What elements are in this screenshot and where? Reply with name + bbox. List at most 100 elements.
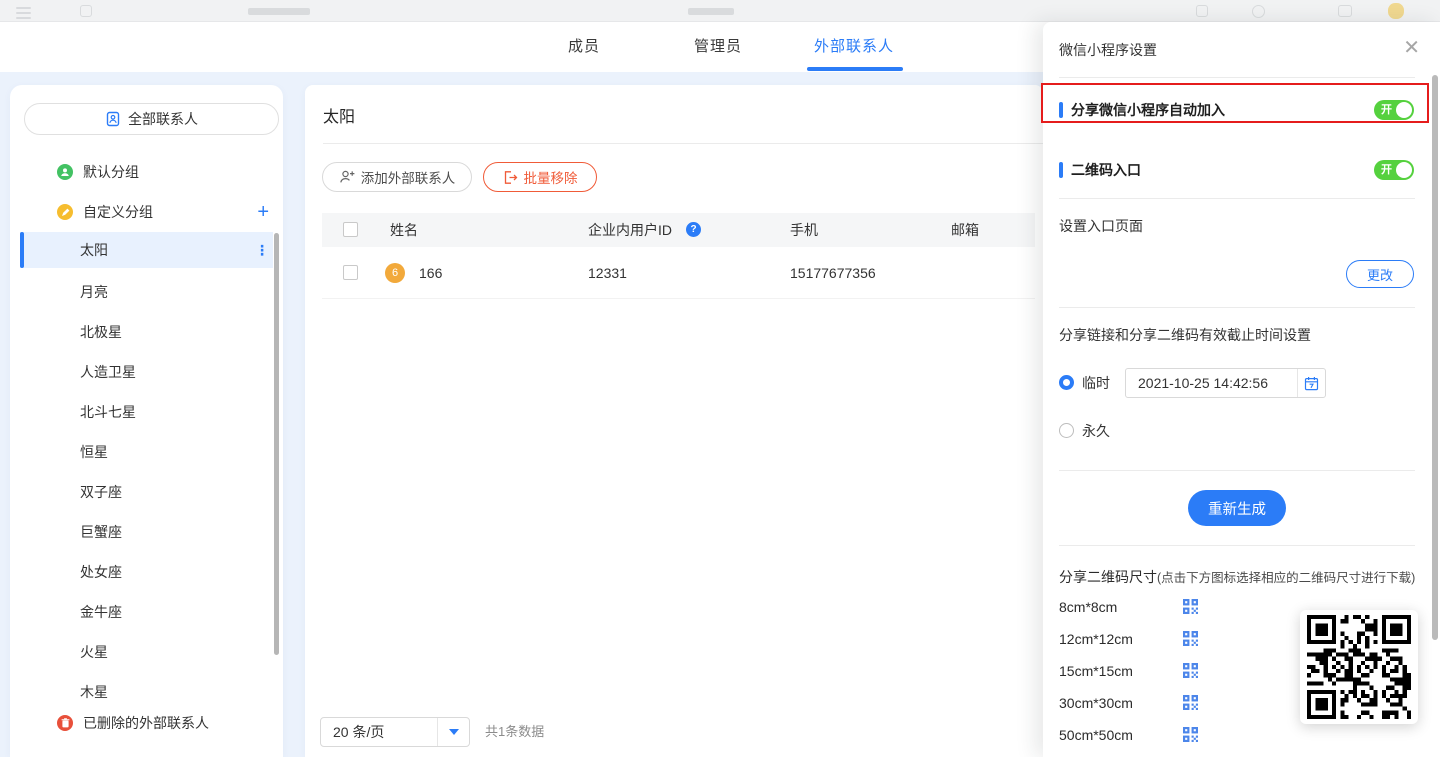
toggle-on-label: 开 <box>1381 160 1392 180</box>
table-row[interactable]: 6 166 12331 15177677356 <box>322 247 1035 299</box>
nav-title-ghost <box>688 8 734 15</box>
forever-radio[interactable] <box>1059 423 1074 438</box>
qr-size-value: 50cm*50cm <box>1059 725 1133 745</box>
qr-size-value: 8cm*8cm <box>1059 597 1117 617</box>
trash-icon <box>57 715 73 731</box>
regenerate-button[interactable]: 重新生成 <box>1188 490 1286 526</box>
sidebar-group-item[interactable]: 金牛座 <box>10 598 283 626</box>
sidebar-group-item[interactable]: 人造卫星 <box>10 358 283 386</box>
contacts-sidebar: 全部联系人 默认分组 自定义分组 + 太阳 ⋮ 月亮 北极星 人造卫星 北斗七星… <box>10 85 283 757</box>
tab-admins[interactable]: 管理员 <box>694 22 742 72</box>
temporary-label: 临时 <box>1082 368 1110 398</box>
sidebar-item-deleted-contacts[interactable]: 已删除的外部联系人 <box>10 709 283 737</box>
tab-members[interactable]: 成员 <box>568 22 600 72</box>
contact-book-icon <box>105 111 121 127</box>
row-checkbox[interactable] <box>343 265 358 280</box>
qr-size-value: 15cm*15cm <box>1059 661 1133 681</box>
sidebar-group-item[interactable]: 恒星 <box>10 438 283 466</box>
qr-download-icon[interactable] <box>1183 663 1198 683</box>
qr-size-label: 分享二维码尺寸 <box>1059 569 1157 585</box>
group-more-icon[interactable]: ⋮ <box>255 244 269 256</box>
sidebar-group-item[interactable]: 木星 <box>10 678 283 706</box>
group-label: 北极星 <box>80 322 122 342</box>
qr-size-value: 30cm*30cm <box>1059 693 1133 713</box>
chevron-down-icon <box>449 729 459 735</box>
qr-size-row: 50cm*50cm <box>1043 725 1440 745</box>
section-divider <box>1059 307 1415 308</box>
section-divider <box>1059 545 1415 546</box>
sidebar-item-default-group[interactable]: 默认分组 <box>10 158 283 186</box>
add-external-contact-button[interactable]: 添加外部联系人 <box>322 162 472 192</box>
sidebar-scrollbar-thumb[interactable] <box>274 233 279 655</box>
qr-entry-setting-row: 二维码入口 开 <box>1043 158 1440 182</box>
add-group-button[interactable]: + <box>257 202 269 222</box>
highlight-red-box <box>1041 83 1429 123</box>
forever-label: 永久 <box>1082 420 1110 442</box>
temporary-radio[interactable] <box>1059 375 1074 390</box>
deleted-contacts-label: 已删除的外部联系人 <box>83 713 209 733</box>
group-label: 人造卫星 <box>80 362 136 382</box>
panel-scrollbar-thumb[interactable] <box>1432 75 1438 640</box>
column-email: 邮箱 <box>951 213 979 247</box>
sidebar-group-item[interactable]: 处女座 <box>10 558 283 586</box>
qr-code-preview-card <box>1300 610 1418 724</box>
cell-name: 166 <box>419 247 442 299</box>
qr-size-hint: (点击下方图标选择相应的二维码尺寸进行下载) <box>1157 571 1415 585</box>
dimmed-background-bar <box>0 0 1440 22</box>
tab-external-contacts[interactable]: 外部联系人 <box>814 22 894 72</box>
entry-page-label: 设置入口页面 <box>1059 216 1143 236</box>
sidebar-item-custom-group[interactable]: 自定义分组 + <box>10 198 283 226</box>
group-label: 北斗七星 <box>80 402 136 422</box>
group-detail-panel: 太阳 添加外部联系人 批量移除 姓名 企业内用户ID ? 手机 邮箱 6 166… <box>305 85 1043 757</box>
sidebar-group-item[interactable]: 北斗七星 <box>10 398 283 426</box>
forever-option-row: 永久 <box>1043 420 1440 442</box>
active-tab-underline <box>807 67 903 71</box>
dropdown-caret-box[interactable] <box>437 718 469 746</box>
group-label: 木星 <box>80 682 108 702</box>
add-external-contact-label: 添加外部联系人 <box>361 167 456 187</box>
select-all-checkbox[interactable] <box>343 222 358 237</box>
user-id-help-icon[interactable]: ? <box>686 222 701 237</box>
qr-entry-toggle[interactable]: 开 <box>1374 160 1414 180</box>
org-name-ghost <box>248 8 310 15</box>
cell-phone: 15177677356 <box>790 247 876 299</box>
qr-download-icon[interactable] <box>1183 631 1198 651</box>
qr-download-icon[interactable] <box>1183 727 1198 747</box>
all-contacts-button[interactable]: 全部联系人 <box>24 103 279 135</box>
section-divider <box>1059 198 1415 199</box>
group-label: 恒星 <box>80 442 108 462</box>
qr-download-icon[interactable] <box>1183 599 1198 619</box>
qr-size-heading: 分享二维码尺寸(点击下方图标选择相应的二维码尺寸进行下载) <box>1059 567 1415 588</box>
pencil-icon <box>57 204 73 220</box>
page-size-select[interactable]: 20 条/页 <box>320 717 470 747</box>
drawer-title-divider <box>1059 77 1415 78</box>
group-label: 月亮 <box>80 282 108 302</box>
expire-date-input[interactable]: 2021-10-25 14:42:56 <box>1125 368 1326 398</box>
sidebar-group-item-selected[interactable]: 太阳 ⋮ <box>10 232 283 268</box>
group-label: 双子座 <box>80 482 122 502</box>
toggle-knob <box>1396 162 1412 178</box>
qr-entry-label: 二维码入口 <box>1071 160 1141 180</box>
total-count-label: 共1条数据 <box>485 717 544 747</box>
sidebar-group-item[interactable]: 月亮 <box>10 278 283 306</box>
group-label: 处女座 <box>80 562 122 582</box>
custom-group-label: 自定义分组 <box>83 202 153 222</box>
title-divider <box>323 143 1043 144</box>
sidebar-group-item[interactable]: 北极星 <box>10 318 283 346</box>
qr-size-value: 12cm*12cm <box>1059 629 1133 649</box>
expire-date-value: 2021-10-25 14:42:56 <box>1126 375 1297 391</box>
batch-remove-button[interactable]: 批量移除 <box>483 162 597 192</box>
group-label: 太阳 <box>80 240 108 260</box>
close-icon[interactable]: ✕ <box>1403 36 1420 60</box>
sidebar-group-item[interactable]: 巨蟹座 <box>10 518 283 546</box>
change-entry-page-button[interactable]: 更改 <box>1346 260 1414 288</box>
temporary-option-row: 临时 2021-10-25 14:42:56 <box>1043 368 1440 398</box>
user-icon <box>1338 5 1352 17</box>
qr-code-image <box>1307 615 1411 719</box>
sidebar-group-item[interactable]: 火星 <box>10 638 283 666</box>
calendar-icon[interactable] <box>1297 369 1325 397</box>
sidebar-group-item[interactable]: 双子座 <box>10 478 283 506</box>
menu-icon <box>16 7 31 19</box>
remove-export-icon <box>503 170 518 185</box>
qr-download-icon[interactable] <box>1183 695 1198 715</box>
